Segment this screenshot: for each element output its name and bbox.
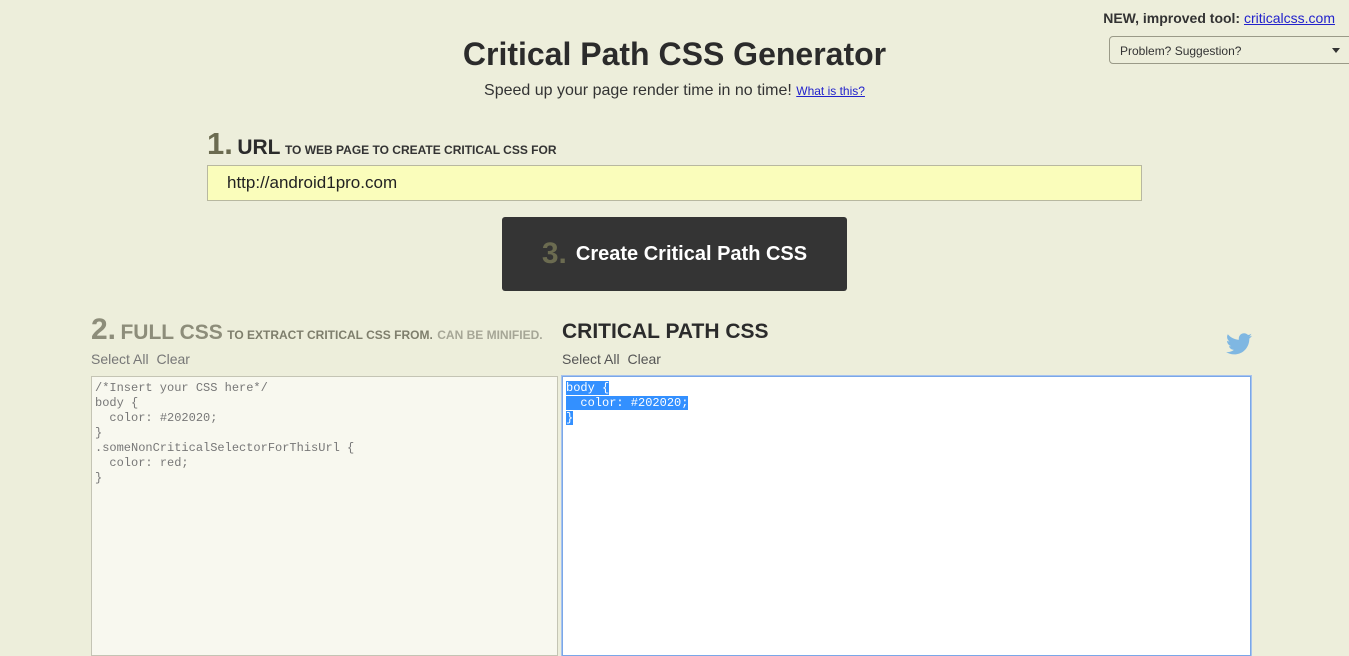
full-css-description: TO EXTRACT CRITICAL CSS FROM. [227,328,433,342]
full-css-heading: 2. FULL CSS TO EXTRACT CRITICAL CSS FROM… [91,313,543,347]
step-number-1: 1. [207,126,233,161]
critical-css-actions: Select All Clear [562,351,665,367]
subtitle-text: Speed up your page render time in no tim… [484,82,792,99]
critical-css-line: } [566,411,1247,426]
critical-css-line: color: #202020; [566,396,1247,411]
selected-text: } [566,411,574,425]
full-css-note: CAN BE MINIFIED. [437,328,543,342]
page-subtitle: Speed up your page render time in no tim… [0,82,1349,100]
new-tool-notice: NEW, improved tool: criticalcss.com [1103,10,1335,26]
url-description: TO WEB PAGE TO CREATE CRITICAL CSS FOR [284,143,557,157]
url-label: URL [237,136,281,159]
step-number-3: 3. [541,237,567,270]
full-css-textarea[interactable]: /*Insert your CSS here*/ body { color: #… [91,376,558,656]
step-number-2: 2. [91,313,117,346]
critical-css-line: body { [566,381,1247,396]
new-tool-label: NEW, improved tool: [1103,10,1241,26]
critical-css-output[interactable]: body { color: #202020; } [561,375,1252,656]
full-css-actions: Select All Clear [91,351,194,367]
full-css-select-all[interactable]: Select All [91,351,149,367]
what-is-this-link[interactable]: What is this? [796,84,865,98]
critical-css-clear[interactable]: Clear [627,351,660,367]
create-button-label: Create Critical Path CSS [575,242,808,265]
twitter-icon[interactable] [1226,333,1252,355]
criticalcss-link[interactable]: criticalcss.com [1244,10,1335,26]
full-css-clear[interactable]: Clear [156,351,189,367]
url-heading: 1. URL TO WEB PAGE TO CREATE CRITICAL CS… [207,126,557,162]
page-title: Critical Path CSS Generator [462,36,887,72]
critical-css-heading: CRITICAL PATH CSS [562,320,769,343]
create-critical-css-button[interactable]: 3. Create Critical Path CSS [502,217,847,291]
full-css-label: FULL CSS [120,321,223,344]
critical-css-select-all[interactable]: Select All [562,351,620,367]
selected-text: color: #202020; [566,396,689,410]
url-input[interactable] [207,165,1142,201]
selected-text: body { [566,381,610,395]
